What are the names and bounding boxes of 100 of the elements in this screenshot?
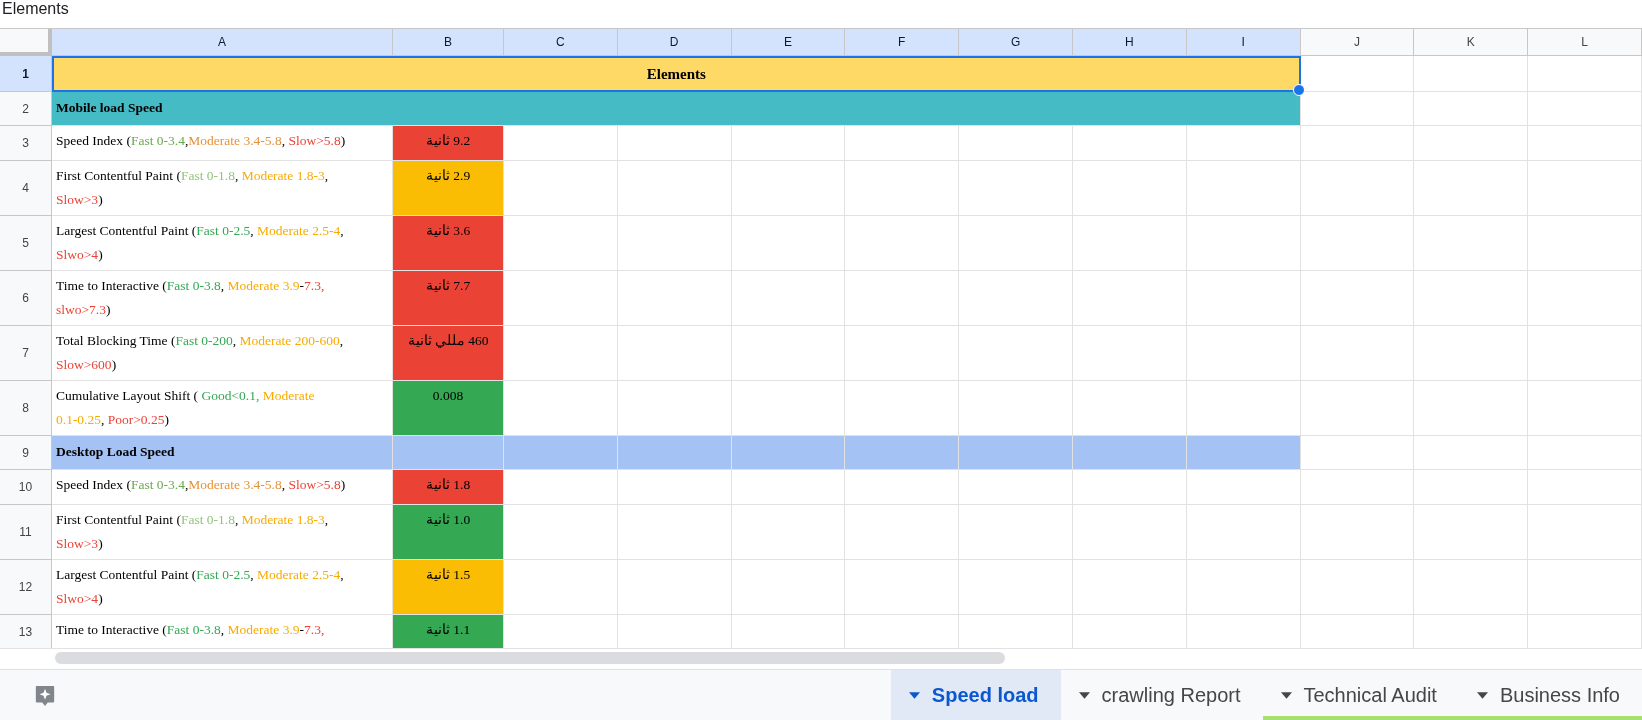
row-header[interactable]: 2: [0, 92, 52, 126]
empty-cell[interactable]: [845, 470, 960, 505]
column-header[interactable]: K: [1414, 29, 1529, 56]
sheet-tab[interactable]: crawling Report: [1060, 670, 1263, 720]
empty-cell[interactable]: [1300, 470, 1415, 505]
empty-cell[interactable]: [1300, 505, 1415, 560]
empty-cell[interactable]: [1186, 271, 1301, 326]
row-header[interactable]: 3: [0, 126, 52, 161]
empty-cell[interactable]: [1073, 161, 1187, 216]
empty-cell[interactable]: [1528, 92, 1642, 126]
empty-cell[interactable]: [1528, 56, 1642, 92]
empty-cell[interactable]: [617, 161, 732, 216]
empty-cell[interactable]: [1186, 470, 1301, 505]
column-header[interactable]: I: [1186, 29, 1301, 56]
empty-cell[interactable]: [1300, 271, 1415, 326]
empty-cell[interactable]: [1300, 381, 1415, 436]
empty-cell[interactable]: [731, 470, 846, 505]
row-header[interactable]: 9: [0, 436, 52, 470]
row-header[interactable]: 11: [0, 505, 52, 560]
empty-cell[interactable]: [1073, 271, 1187, 326]
empty-cell[interactable]: [731, 326, 846, 381]
column-header[interactable]: C: [504, 29, 618, 56]
column-header[interactable]: G: [959, 29, 1073, 56]
empty-cell[interactable]: [1186, 326, 1301, 381]
column-header[interactable]: L: [1528, 29, 1642, 56]
empty-cell[interactable]: [1073, 470, 1187, 505]
empty-cell[interactable]: [959, 126, 1073, 161]
empty-cell[interactable]: [845, 505, 960, 560]
empty-cell[interactable]: [1528, 505, 1642, 560]
empty-cell[interactable]: [617, 126, 732, 161]
select-all-corner[interactable]: [0, 29, 52, 56]
column-header[interactable]: H: [1073, 29, 1187, 56]
empty-cell[interactable]: [1414, 436, 1529, 470]
empty-cell[interactable]: [731, 161, 846, 216]
empty-cell[interactable]: [1300, 126, 1415, 161]
sheet-tab[interactable]: Speed load: [890, 670, 1061, 720]
empty-cell[interactable]: [845, 560, 960, 615]
row-header[interactable]: 12: [0, 560, 52, 615]
row-header[interactable]: 5: [0, 216, 52, 271]
empty-cell[interactable]: [1528, 216, 1642, 271]
empty-cell[interactable]: [1528, 560, 1642, 615]
empty-cell[interactable]: [617, 271, 732, 326]
empty-cell[interactable]: [1186, 560, 1301, 615]
empty-cell[interactable]: [1528, 126, 1642, 161]
empty-cell[interactable]: [959, 216, 1073, 271]
empty-cell[interactable]: [1528, 470, 1642, 505]
empty-cell[interactable]: [1073, 326, 1187, 381]
empty-cell[interactable]: [845, 216, 960, 271]
empty-cell[interactable]: [1186, 161, 1301, 216]
empty-cell[interactable]: [1414, 326, 1529, 381]
column-header[interactable]: D: [617, 29, 732, 56]
row-header[interactable]: 13: [0, 615, 52, 648]
column-header[interactable]: F: [845, 29, 960, 56]
empty-cell[interactable]: [1073, 216, 1187, 271]
empty-cell[interactable]: [845, 126, 960, 161]
empty-cell[interactable]: [1528, 326, 1642, 381]
scrollbar[interactable]: [55, 652, 1005, 664]
empty-cell[interactable]: [1186, 216, 1301, 271]
empty-cell[interactable]: [959, 505, 1073, 560]
empty-cell[interactable]: [617, 326, 732, 381]
empty-cell[interactable]: [959, 161, 1073, 216]
empty-cell[interactable]: [1186, 505, 1301, 560]
empty-cell[interactable]: [731, 126, 846, 161]
empty-cell[interactable]: [1414, 381, 1529, 436]
sheet-tab[interactable]: Technical Audit: [1262, 670, 1459, 720]
selection-handle[interactable]: [1292, 84, 1305, 96]
empty-cell[interactable]: [1073, 560, 1187, 615]
empty-cell[interactable]: [1073, 505, 1187, 560]
empty-cell[interactable]: [1073, 126, 1187, 161]
empty-cell[interactable]: [1300, 560, 1415, 615]
column-header[interactable]: B: [393, 29, 504, 56]
empty-cell[interactable]: [617, 505, 732, 560]
sparkle-icon[interactable]: [34, 684, 56, 708]
empty-cell[interactable]: [731, 271, 846, 326]
sheet-tab[interactable]: Business Info: [1458, 670, 1642, 720]
column-header[interactable]: E: [731, 29, 846, 56]
row-header[interactable]: 4: [0, 161, 52, 216]
row-header[interactable]: 10: [0, 470, 52, 505]
row-header[interactable]: 7: [0, 326, 52, 381]
empty-cell[interactable]: [1414, 92, 1529, 126]
empty-cell[interactable]: [1414, 216, 1529, 271]
empty-cell[interactable]: [1414, 505, 1529, 560]
row-header[interactable]: 6: [0, 271, 52, 326]
row-header[interactable]: 8: [0, 381, 52, 436]
empty-cell[interactable]: [617, 560, 732, 615]
empty-cell[interactable]: [1528, 381, 1642, 436]
empty-cell[interactable]: [845, 271, 960, 326]
empty-cell[interactable]: [1300, 161, 1415, 216]
column-header[interactable]: J: [1300, 29, 1415, 56]
empty-cell[interactable]: [731, 216, 846, 271]
empty-cell[interactable]: [845, 326, 960, 381]
empty-cell[interactable]: [617, 470, 732, 505]
empty-cell[interactable]: [1528, 436, 1642, 470]
empty-cell[interactable]: [1528, 271, 1642, 326]
empty-cell[interactable]: [731, 505, 846, 560]
empty-cell[interactable]: [959, 271, 1073, 326]
empty-cell[interactable]: [1414, 271, 1529, 326]
row-header[interactable]: 1: [0, 56, 52, 92]
empty-cell[interactable]: [1414, 126, 1529, 161]
empty-cell[interactable]: [1414, 470, 1529, 505]
